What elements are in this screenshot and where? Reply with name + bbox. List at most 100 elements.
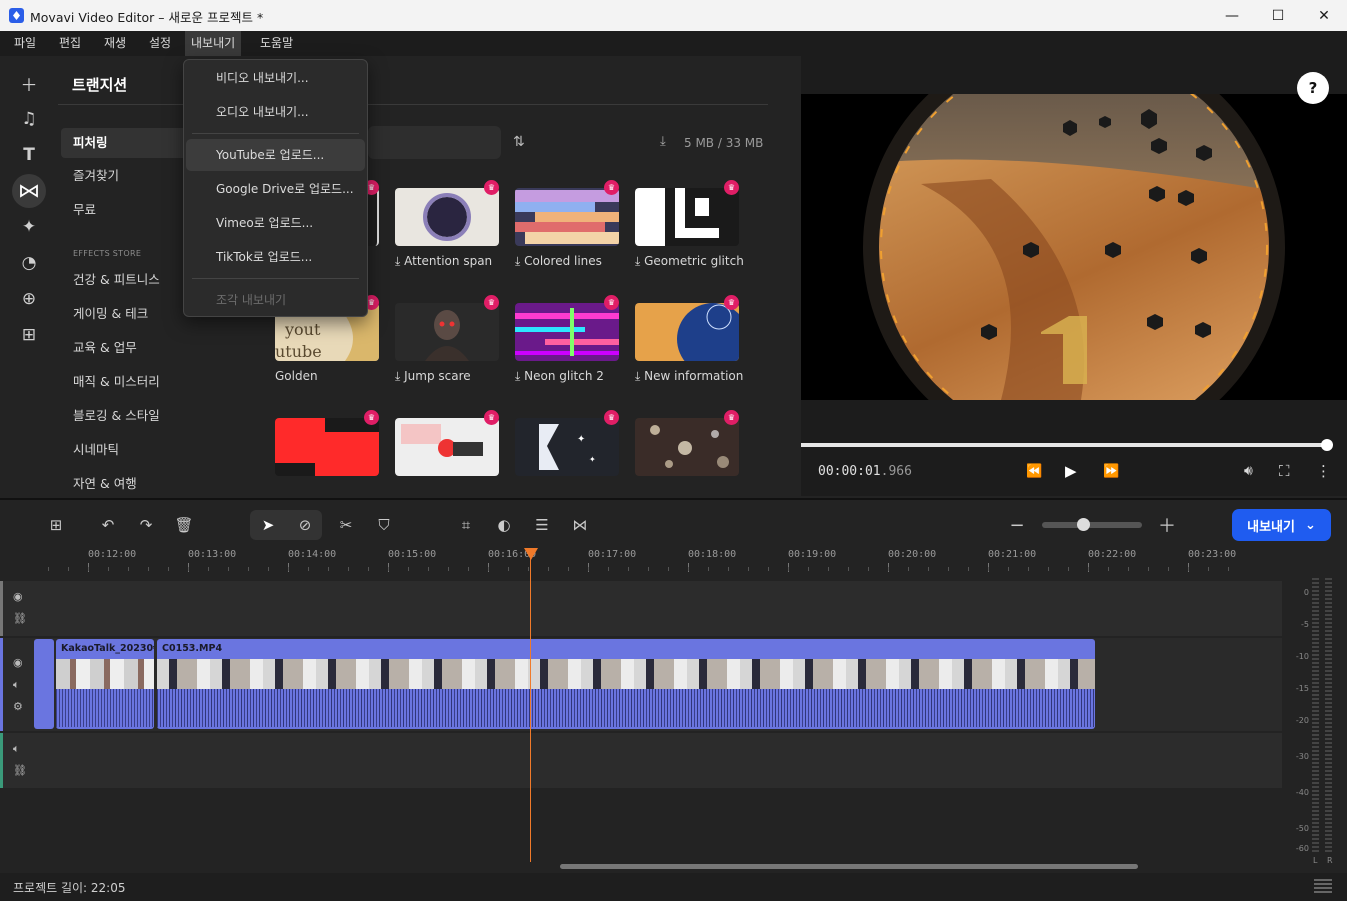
stickers-icon[interactable]: ◔ <box>12 246 46 280</box>
menu-settings[interactable]: 설정 <box>143 31 177 56</box>
zoom-in-icon[interactable]: ＋ <box>1156 514 1178 537</box>
clip[interactable] <box>34 639 54 729</box>
more-options-icon[interactable]: ⋮ <box>1316 462 1331 480</box>
store-category[interactable]: 자연 & 여행 <box>61 469 241 499</box>
store-icon[interactable]: ⊕ <box>12 282 46 316</box>
transition-label: ⤓ Geometric glitch <box>635 254 744 268</box>
transition-thumb[interactable] <box>395 418 499 476</box>
redo-icon[interactable]: ↷ <box>135 514 157 536</box>
menu-file[interactable]: 파일 <box>8 31 42 56</box>
ruler-minor-tick <box>548 567 549 571</box>
more-tools-icon[interactable]: ⊞ <box>12 318 46 352</box>
zoom-slider-handle[interactable] <box>1077 518 1090 531</box>
effects-wand-icon[interactable]: ✦ <box>12 210 46 244</box>
cut-icon[interactable]: ✂ <box>335 514 357 536</box>
ruler-minor-tick <box>1188 567 1189 571</box>
panel-title: 트랜지션 <box>72 76 128 94</box>
ruler-minor-tick <box>408 567 409 571</box>
search-input[interactable] <box>368 126 501 159</box>
color-adjust-icon[interactable]: ◐ <box>493 514 515 536</box>
export-button[interactable]: 내보내기 ⌄ <box>1232 509 1331 541</box>
unlink-icon[interactable]: ⛓ <box>13 764 27 777</box>
store-category[interactable]: 블로깅 & 스타일 <box>61 401 241 431</box>
transition-wizard-icon[interactable]: ⋈ <box>569 514 591 536</box>
playhead-handle[interactable] <box>524 548 538 560</box>
play-icon[interactable]: ▶ <box>1065 462 1077 480</box>
fullscreen-icon[interactable]: ⛶ <box>1279 462 1290 480</box>
menu-help[interactable]: 도움말 <box>254 31 299 56</box>
transition-thumb-attention-span[interactable] <box>395 188 499 246</box>
transitions-icon[interactable] <box>12 174 46 208</box>
clip-kakaotalk[interactable]: KakaoTalk_20230€ <box>56 639 154 729</box>
sort-icon[interactable]: ⇅ <box>513 134 525 150</box>
transition-thumb-geometric-glitch[interactable] <box>635 188 739 246</box>
menu-item-upload-tiktok[interactable]: TikTok로 업로드... <box>186 241 365 273</box>
menu-edit[interactable]: 편집 <box>53 31 87 56</box>
meter-scale-label: -40 <box>1295 788 1309 797</box>
ruler-minor-tick <box>788 567 789 571</box>
empty-track[interactable]: ◉ ⛓ <box>0 581 1282 636</box>
clip-c0153[interactable]: C0153.MP4 <box>157 639 1095 729</box>
timeline-scrollbar[interactable] <box>560 864 1138 869</box>
zoom-out-icon[interactable]: − <box>1006 514 1028 536</box>
transition-thumb-neon-glitch-2[interactable] <box>515 303 619 361</box>
store-category[interactable]: 시네마틱 <box>61 435 241 465</box>
audio-track[interactable]: 🔈︎ ⛓ <box>0 733 1282 788</box>
menu-item-upload-google-drive[interactable]: Google Drive로 업로드... <box>186 173 365 205</box>
transition-thumb[interactable]: ✦ ✦ <box>515 418 619 476</box>
video-frame[interactable] <box>801 94 1347 400</box>
transition-thumb-colored-lines[interactable] <box>515 188 619 246</box>
transition-thumb-jump-scare[interactable] <box>395 303 499 361</box>
clip-thumbnails <box>157 659 1095 689</box>
audio-volume-icon[interactable]: 🔈︎ <box>13 742 20 756</box>
add-track-icon[interactable]: ⊞ <box>45 514 67 536</box>
help-icon[interactable]: ? <box>1297 72 1329 104</box>
clip-properties-icon[interactable]: ☰ <box>531 514 553 536</box>
select-arrow-icon[interactable]: ➤ <box>257 514 279 536</box>
titles-icon[interactable]: T <box>12 138 46 172</box>
undo-icon[interactable]: ↶ <box>97 514 119 536</box>
menu-item-export-audio[interactable]: 오디오 내보내기... <box>186 96 365 128</box>
clip-title: C0153.MP4 <box>162 643 223 654</box>
visibility-eye-icon[interactable]: ◉ <box>13 590 23 603</box>
zoom-slider[interactable] <box>1042 522 1142 528</box>
transition-label: ⤓ Attention span <box>395 254 493 268</box>
time-ruler[interactable]: 00:12:00 00:13:00 00:14:00 00:15:00 00:16:00… <box>0 548 1282 580</box>
ruler-minor-tick <box>68 567 69 571</box>
playback-progress-track[interactable] <box>801 443 1331 447</box>
playback-scrubber-handle[interactable] <box>1321 439 1333 451</box>
preview-player: ? 00:00:01.966 ⏪ ▶ ⏩ 🔊︎ ⛶ ⋮ <box>801 56 1347 496</box>
menu-item-upload-youtube[interactable]: YouTube로 업로드... <box>186 139 365 171</box>
transition-thumb[interactable] <box>275 418 379 476</box>
visibility-eye-icon[interactable]: ◉ <box>13 656 23 669</box>
crop-icon[interactable]: ⌗ <box>455 514 477 536</box>
meter-scale-label: -60 <box>1295 844 1309 853</box>
menu-item-upload-vimeo[interactable]: Vimeo로 업로드... <box>186 207 365 239</box>
ruler-minor-tick <box>848 567 849 571</box>
magnet-icon[interactable]: ⊘ <box>294 514 316 536</box>
maximize-button[interactable]: ☐ <box>1255 0 1301 31</box>
menu-export[interactable]: 내보내기 <box>185 31 242 56</box>
ruler-minor-tick <box>568 567 569 571</box>
rewind-icon[interactable]: ⏪ <box>1026 464 1042 479</box>
menu-item-export-fragment: 조각 내보내기 <box>216 293 287 307</box>
close-button[interactable]: ✕ <box>1301 0 1347 31</box>
store-category[interactable]: 교육 & 업무 <box>61 333 241 363</box>
resize-grip-icon[interactable] <box>1314 879 1332 895</box>
transition-thumb[interactable] <box>635 418 739 476</box>
add-media-icon[interactable]: ＋ <box>12 66 46 100</box>
volume-icon[interactable]: 🔊︎ <box>1244 463 1253 479</box>
app-logo-icon <box>9 8 24 23</box>
stabilize-icon[interactable]: ⛉ <box>373 514 395 536</box>
minimize-button[interactable]: — <box>1209 0 1255 31</box>
fast-forward-icon[interactable]: ⏩ <box>1103 464 1119 479</box>
music-icon[interactable]: ♫ <box>12 102 46 136</box>
store-category[interactable]: 매직 & 미스터리 <box>61 367 241 397</box>
audio-volume-icon[interactable]: 🔈︎ <box>13 678 20 692</box>
menu-item-export-video[interactable]: 비디오 내보내기... <box>186 62 365 94</box>
delete-icon[interactable]: 🗑︎ <box>173 514 195 536</box>
menu-playback[interactable]: 재생 <box>98 31 132 56</box>
transition-thumb-new-information[interactable] <box>635 303 739 361</box>
link-icon[interactable]: ⛓ <box>13 612 27 625</box>
audio-effects-icon[interactable]: ⚙ <box>13 700 23 713</box>
